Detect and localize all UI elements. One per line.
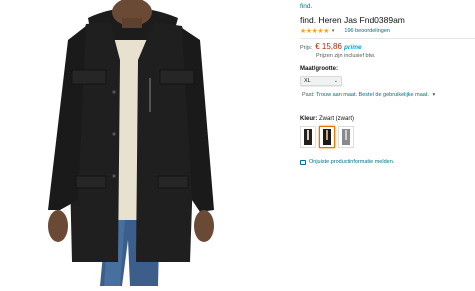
rating-row: ★★★★★ ▾ 196 beoordelingen xyxy=(300,27,390,35)
chevron-down-icon[interactable]: ▾ xyxy=(432,92,435,98)
prime-badge: prime xyxy=(343,44,362,51)
price-row: Prijs: € 15,86 prime xyxy=(300,42,362,51)
coat-thumbnail xyxy=(342,129,350,145)
size-selected-value: XL xyxy=(304,78,311,84)
product-title: find. Heren Jas Fnd0389am xyxy=(300,15,405,25)
swatch-black[interactable] xyxy=(300,126,316,148)
report-text: Onjuiste productinformatie melden. xyxy=(309,159,395,165)
color-swatches xyxy=(300,126,357,148)
coat-thumbnail xyxy=(323,129,331,145)
color-label: Kleur: xyxy=(300,116,318,122)
report-info-link[interactable]: Onjuiste productinformatie melden. xyxy=(300,159,394,165)
size-label: Maat/grootte: xyxy=(300,66,338,72)
swatch-grey[interactable] xyxy=(338,126,354,148)
color-value: Zwart (zwart) xyxy=(319,116,355,122)
divider xyxy=(300,38,475,39)
price-label: Prijs: xyxy=(300,45,313,51)
price-value: € 15,86 xyxy=(315,42,342,51)
coat-thumbnail xyxy=(304,129,312,145)
tax-note: Prijzen zijn inclusief btw. xyxy=(316,53,376,59)
size-select[interactable]: XL ⌄ xyxy=(300,76,342,86)
rating-stars[interactable]: ★★★★★ xyxy=(300,27,329,35)
reviews-link[interactable]: 196 beoordelingen xyxy=(344,28,390,34)
fit-link[interactable]: Trouw aan maat. Bestel de gebruikelijke … xyxy=(316,92,429,98)
color-row: Kleur: Zwart (zwart) xyxy=(300,116,354,122)
coat-model-photo xyxy=(48,0,214,286)
chevron-down-icon: ⌄ xyxy=(333,78,338,84)
product-image[interactable] xyxy=(0,0,290,286)
fit-label: Past: xyxy=(302,92,315,98)
brand-link[interactable]: find. xyxy=(300,3,312,10)
comment-icon xyxy=(300,159,306,165)
product-info-panel: find. find. Heren Jas Fnd0389am ★★★★★ ▾ … xyxy=(300,0,475,286)
swatch-black-selected[interactable] xyxy=(319,126,335,148)
fit-row: Past: Trouw aan maat. Bestel de gebruike… xyxy=(302,92,435,98)
chevron-down-icon[interactable]: ▾ xyxy=(332,28,335,34)
